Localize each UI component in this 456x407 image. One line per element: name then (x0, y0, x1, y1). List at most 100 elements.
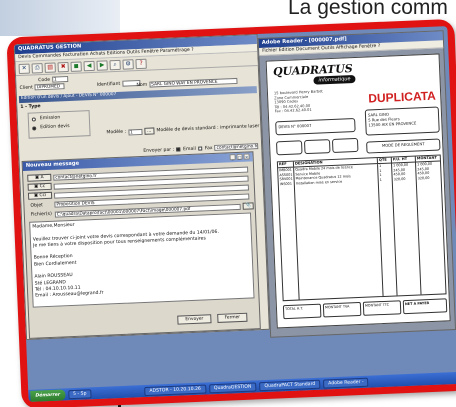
table-cell: 1 (379, 177, 382, 182)
address-book-icon: ▣ (34, 175, 40, 181)
total-label: TOTAL H.T. (284, 306, 304, 312)
amount-column: 1 000,00 245,00 450,00 320,00 (416, 161, 446, 294)
mail-window-controls: _ □ ✕ (229, 153, 250, 161)
radio-emission-label: Emission (39, 115, 61, 122)
next-icon[interactable]: ▶ (96, 59, 108, 71)
total-box: NET A PAYER (402, 298, 448, 315)
nom-label: Nom (136, 82, 148, 88)
type-heading: 1 - Type (20, 104, 41, 111)
total-label: NET A PAYER (404, 301, 430, 307)
cc-button[interactable]: ▣ Cc (27, 182, 52, 191)
to-label: A (40, 175, 44, 181)
payment-mode-box: MODE DE REGLEMENT (366, 138, 441, 154)
attachments-label: Fichier(s) (30, 211, 52, 218)
email-checkbox[interactable] (176, 147, 181, 152)
close-icon[interactable]: ✕ (18, 63, 30, 74)
radio-edition-label: Edition devis (40, 123, 70, 131)
column-header: P.U. HT (391, 156, 416, 163)
page-headline: La gestion comm (288, 0, 448, 19)
modele-field[interactable]: 1 (127, 128, 143, 136)
column-header: MONTANT (416, 155, 437, 161)
to-button[interactable]: ▣ A (27, 173, 52, 182)
subject-label: Objet (30, 202, 44, 209)
address-line: Fax : 04.42.62.40.01 (274, 108, 312, 114)
send-button[interactable]: Envoyer (177, 314, 212, 325)
document-reference-box: DEVIS N° 000007 (275, 118, 356, 136)
taskbar-item[interactable]: Adobe Reader - (323, 377, 369, 389)
radio-edition[interactable]: Edition devis (32, 123, 86, 130)
envoyer-email-field[interactable]: contact@netgino.fr (214, 143, 259, 151)
total-box: MONTANT TVA (322, 301, 362, 318)
nom-field[interactable]: SARL GINO WAY EN PROVENCE (149, 77, 238, 88)
email-checkbox-label: Email (183, 146, 196, 152)
envoyer-label: Envoyer par : (143, 147, 175, 154)
save-icon[interactable]: ◼ (70, 60, 82, 72)
address-book-icon: ▣ (34, 184, 39, 190)
close-button[interactable]: Fermer (217, 312, 248, 323)
table-cell: 320,00 (417, 175, 430, 181)
previous-icon[interactable]: ◀ (83, 60, 95, 71)
cci-label: Cci (39, 193, 47, 199)
info-box (331, 137, 359, 153)
invoice-table-body: IMB001 ASS001 SRV001 INS001 Quadra Mobil… (278, 161, 446, 301)
maximize-icon[interactable]: □ (236, 153, 243, 161)
background-corner (0, 0, 120, 36)
address-book-icon: ▣ (33, 193, 39, 199)
total-label: MONTANT TVA (324, 304, 350, 310)
modele-label: Modèle : (106, 129, 127, 136)
client-address-block: SARL GINO 5 Rue des Fleurs 13500 AIX EN … (364, 106, 440, 136)
modele-description: Modèle de devis standard : imprimante la… (156, 124, 260, 134)
help-icon[interactable]: ? (135, 58, 147, 69)
type-group: Emission Edition devis (27, 110, 91, 139)
identifiant-label: Identifiant (96, 81, 121, 88)
taskbar-item[interactable]: QuadraPACT Standard (259, 379, 321, 391)
minimize-icon[interactable]: _ (229, 154, 236, 161)
monitor-frame: QUADRATUS GESTION Devis Commandes Factur… (6, 18, 456, 407)
column-header: QTE (377, 157, 392, 164)
payment-mode-label: MODE DE REGLEMENT (381, 141, 425, 148)
mail-body[interactable]: Madame,Monsieur Veuillez trouver ci-join… (29, 212, 255, 308)
sender-address: 15 boulevard Henry Barbet Zone Commercia… (274, 89, 324, 114)
info-box (303, 139, 331, 155)
windows-taskbar: Démarrer 5 - Sp ADSTOR - 10.20.10.26 Qua… (28, 371, 456, 402)
modele-row: Modèle : 1 … Modèle de devis standard : … (106, 123, 259, 136)
code-label: Code (38, 77, 51, 83)
mail-actions: Envoyer Fermer (177, 312, 248, 325)
document-reference: DEVIS N° 000007 (278, 122, 312, 130)
cci-button[interactable]: ▣ Cci (27, 191, 53, 200)
duplicata-stamp: DUPLICATA (367, 88, 437, 106)
modele-lookup-button[interactable]: … (143, 127, 155, 135)
total-box: TOTAL H.T. (282, 303, 322, 320)
info-box (275, 140, 303, 156)
total-box: MONTANT TTC (362, 300, 402, 316)
settings-icon[interactable]: ⚙ (122, 58, 134, 70)
totals-row: TOTAL H.T. MONTANT TVA MONTANT TTC NET A… (282, 298, 448, 320)
page-stage: La gestion comm QUADRATUS GESTION Devis … (0, 0, 456, 407)
taskbar-item[interactable]: ADSTOR - 10.20.10.26 (144, 384, 207, 396)
new-document-icon[interactable]: ▤ (44, 62, 56, 73)
mail-close-icon[interactable]: ✕ (243, 153, 250, 160)
fax-checkbox-label: Fax (204, 145, 213, 151)
client-field[interactable]: DIPROMED (34, 83, 65, 91)
search-icon[interactable]: ⌕ (109, 59, 121, 70)
taskbar-item[interactable]: QuadraGESTION (208, 381, 257, 393)
code-field[interactable]: 1 (51, 76, 69, 83)
crm-window: QUADRATUS GESTION Devis Commandes Factur… (13, 34, 270, 340)
radio-emission-dot[interactable] (31, 116, 36, 122)
taskbar-item[interactable]: 5 - Sp (67, 388, 92, 399)
pdf-document-page: QUADRATUS informatique 15 boulevard Henr… (265, 53, 451, 329)
start-button[interactable]: Démarrer (30, 388, 66, 402)
cc-label: Cc (39, 184, 46, 190)
total-label: MONTANT TTC (364, 302, 390, 308)
radio-emission[interactable]: Emission (31, 114, 86, 122)
column-header: REF (277, 161, 295, 168)
desktop-screen: QUADRATUS GESTION Devis Commandes Factur… (13, 26, 456, 402)
radio-edition-dot[interactable] (32, 125, 37, 131)
fax-checkbox[interactable] (197, 146, 202, 151)
print-icon[interactable]: ⎙ (31, 62, 43, 74)
client-label: Client (19, 84, 33, 91)
attach-file-button[interactable]: 📎 (242, 202, 255, 210)
delete-icon[interactable]: ✖ (57, 61, 69, 72)
brand-logo-sub: informatique (313, 74, 356, 85)
mail-window: Nouveau message _ □ ✕ ▣ A contact@netgin… (21, 151, 261, 339)
